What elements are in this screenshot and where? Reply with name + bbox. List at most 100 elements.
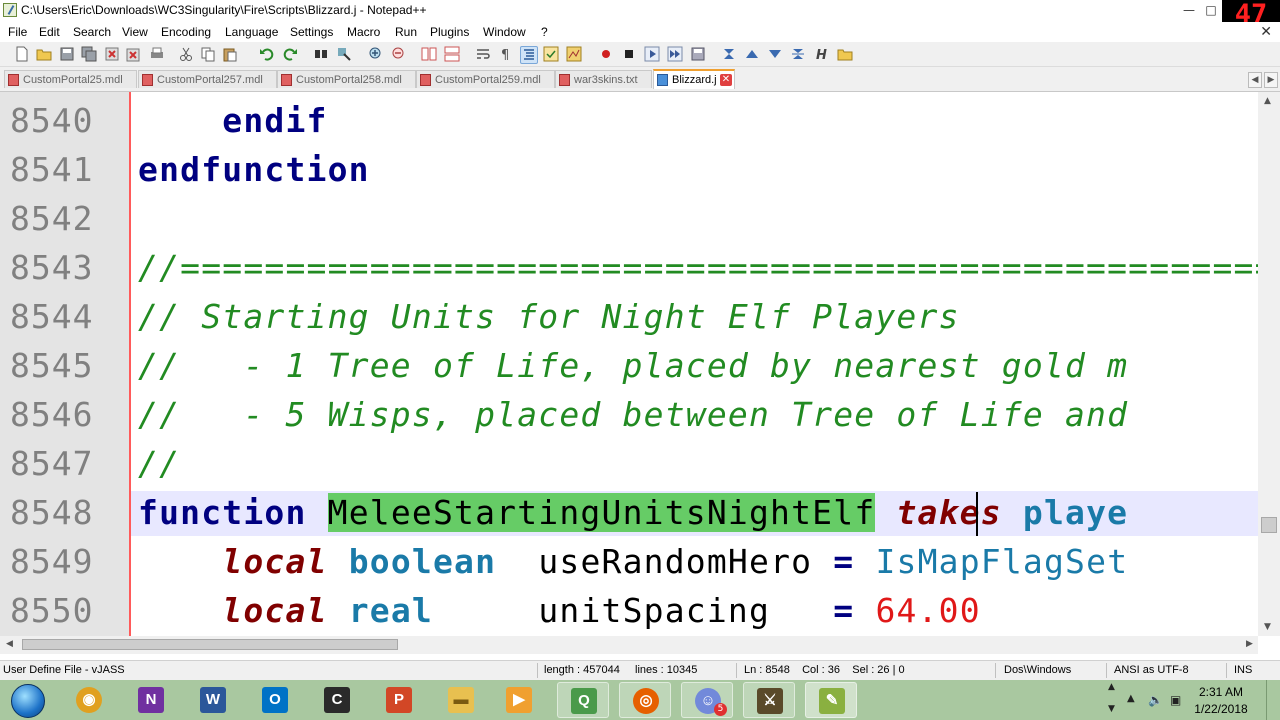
redo-icon[interactable] <box>282 46 298 62</box>
tab-scroll-right-icon[interactable]: ▶ <box>1264 72 1278 88</box>
scroll-left-icon[interactable]: ◀ <box>6 639 13 649</box>
taskbar-app[interactable]: Q <box>557 682 609 718</box>
tab-customportal259[interactable]: CustomPortal259.mdl <box>416 70 555 88</box>
record-macro-icon[interactable] <box>598 46 614 62</box>
horizontal-scrollbar[interactable]: ◀ ▶ <box>0 636 1258 654</box>
status-divider <box>736 663 737 678</box>
cut-icon[interactable] <box>178 46 194 62</box>
tab-customportal25[interactable]: CustomPortal25.mdl <box>4 70 137 88</box>
horizontal-scroll-thumb[interactable] <box>22 639 398 650</box>
taskbar-app[interactable]: ☺ 5 <box>681 682 733 718</box>
notepad-plus-plus-icon[interactable] <box>3 3 17 17</box>
taskbar-app[interactable]: O <box>249 682 301 718</box>
taskbar-app[interactable]: ▶ <box>493 682 545 718</box>
unfold-all-icon[interactable] <box>790 46 806 62</box>
move-down-icon[interactable] <box>767 46 783 62</box>
scroll-down-icon[interactable]: ▼ <box>1264 622 1271 632</box>
print-icon[interactable] <box>149 46 165 62</box>
tab-war3skins[interactable]: war3skins.txt <box>555 70 652 88</box>
menu-edit[interactable]: Edit <box>39 25 60 39</box>
function-list-icon[interactable]: H <box>813 46 829 62</box>
maximize-button[interactable]: □ <box>1200 2 1222 18</box>
menu-encoding[interactable]: Encoding <box>161 25 211 39</box>
new-file-icon[interactable] <box>14 46 30 62</box>
indent-guide-icon[interactable] <box>520 46 538 64</box>
type-real: real <box>348 591 433 630</box>
zoom-in-icon[interactable] <box>368 46 384 62</box>
start-button[interactable] <box>2 681 52 719</box>
menu-plugins[interactable]: Plugins <box>430 25 469 39</box>
folder-workspace-icon[interactable] <box>837 46 853 62</box>
show-hidden-icons-icon[interactable]: ▲ <box>1127 693 1135 704</box>
menu-view[interactable]: View <box>122 25 148 39</box>
taskbar-app[interactable]: ◎ <box>619 682 671 718</box>
run-macro-multiple-icon[interactable] <box>667 46 683 62</box>
save-macro-icon[interactable] <box>690 46 706 62</box>
taskbar-app[interactable]: ▬ <box>435 682 487 718</box>
doc-map-icon[interactable] <box>566 46 582 62</box>
save-icon[interactable] <box>59 46 75 62</box>
status-lines: lines : 10345 <box>635 664 698 676</box>
taskbar-app[interactable]: ⚔ <box>743 682 795 718</box>
taskbar-app[interactable]: C <box>311 682 363 718</box>
taskbar-app[interactable]: ◉ <box>63 682 115 718</box>
menu-window[interactable]: Window <box>483 25 526 39</box>
clock-time[interactable]: 2:31 AM <box>1186 685 1256 699</box>
replace-icon[interactable] <box>336 46 352 62</box>
user-define-language-icon[interactable] <box>543 46 559 62</box>
show-desktop-button[interactable] <box>1266 680 1280 720</box>
menu-file[interactable]: File <box>8 25 27 39</box>
status-insert-mode[interactable]: INS <box>1234 664 1252 676</box>
close-file-icon[interactable] <box>104 46 120 62</box>
code-line: // Starting Units for Night Elf Players <box>138 297 960 336</box>
word-wrap-icon[interactable] <box>475 46 491 62</box>
taskbar-app[interactable]: ✎ <box>805 682 857 718</box>
zoom-out-icon[interactable] <box>391 46 407 62</box>
firefox-icon: ◎ <box>633 688 659 714</box>
stop-macro-icon[interactable] <box>621 46 637 62</box>
vertical-scrollbar[interactable]: ▲ ▼ <box>1258 92 1280 636</box>
code-editor[interactable]: 8540 8541 8542 8543 8544 8545 8546 8547 … <box>0 92 1268 636</box>
taskbar-app[interactable]: W <box>187 682 239 718</box>
open-file-icon[interactable] <box>36 46 52 62</box>
close-tab-icon[interactable]: ✕ <box>720 74 732 86</box>
tray-scroll-up-icon[interactable]: ▲ <box>1108 682 1115 692</box>
network-icon[interactable]: ▣ <box>1170 693 1181 707</box>
paste-icon[interactable] <box>222 46 238 62</box>
code-line: // - 5 Wisps, placed between Tree of Lif… <box>138 395 1129 434</box>
tab-customportal258[interactable]: CustomPortal258.mdl <box>277 70 416 88</box>
volume-icon[interactable]: 🔈 <box>1148 693 1163 707</box>
menu-macro[interactable]: Macro <box>347 25 380 39</box>
scroll-up-icon[interactable]: ▲ <box>1264 96 1271 106</box>
tab-customportal257[interactable]: CustomPortal257.mdl <box>138 70 277 88</box>
play-macro-icon[interactable] <box>644 46 660 62</box>
taskbar-app[interactable]: N <box>125 682 177 718</box>
vertical-scroll-thumb[interactable] <box>1261 517 1277 533</box>
status-encoding[interactable]: ANSI as UTF-8 <box>1114 664 1189 676</box>
save-all-icon[interactable] <box>81 46 97 62</box>
fold-all-icon[interactable] <box>721 46 737 62</box>
move-up-icon[interactable] <box>744 46 760 62</box>
clock-date[interactable]: 1/22/2018 <box>1186 702 1256 716</box>
copy-icon[interactable] <box>200 46 216 62</box>
menu-help[interactable]: ? <box>541 25 548 39</box>
scroll-right-icon[interactable]: ▶ <box>1246 639 1253 649</box>
show-all-characters-icon[interactable]: ¶ <box>497 46 513 62</box>
menu-settings[interactable]: Settings <box>290 25 333 39</box>
menu-search[interactable]: Search <box>73 25 111 39</box>
status-eol[interactable]: Dos\Windows <box>1004 664 1071 676</box>
minimize-button[interactable]: — <box>1178 2 1200 18</box>
menu-language[interactable]: Language <box>225 25 278 39</box>
undo-icon[interactable] <box>259 46 275 62</box>
tab-scroll-left-icon[interactable]: ◀ <box>1248 72 1262 88</box>
tray-scroll-down-icon[interactable]: ▼ <box>1108 704 1115 714</box>
close-document-icon[interactable]: ✕ <box>1260 23 1272 40</box>
close-all-icon[interactable] <box>126 46 142 62</box>
selected-text: MeleeStartingUnitsNightElf <box>327 493 876 532</box>
sync-vertical-icon[interactable] <box>421 46 437 62</box>
taskbar-app[interactable]: P <box>373 682 425 718</box>
menu-run[interactable]: Run <box>395 25 417 39</box>
sync-horizontal-icon[interactable] <box>444 46 460 62</box>
tab-blizzard-j[interactable]: Blizzard.j ✕ <box>653 69 735 89</box>
find-icon[interactable] <box>313 46 329 62</box>
